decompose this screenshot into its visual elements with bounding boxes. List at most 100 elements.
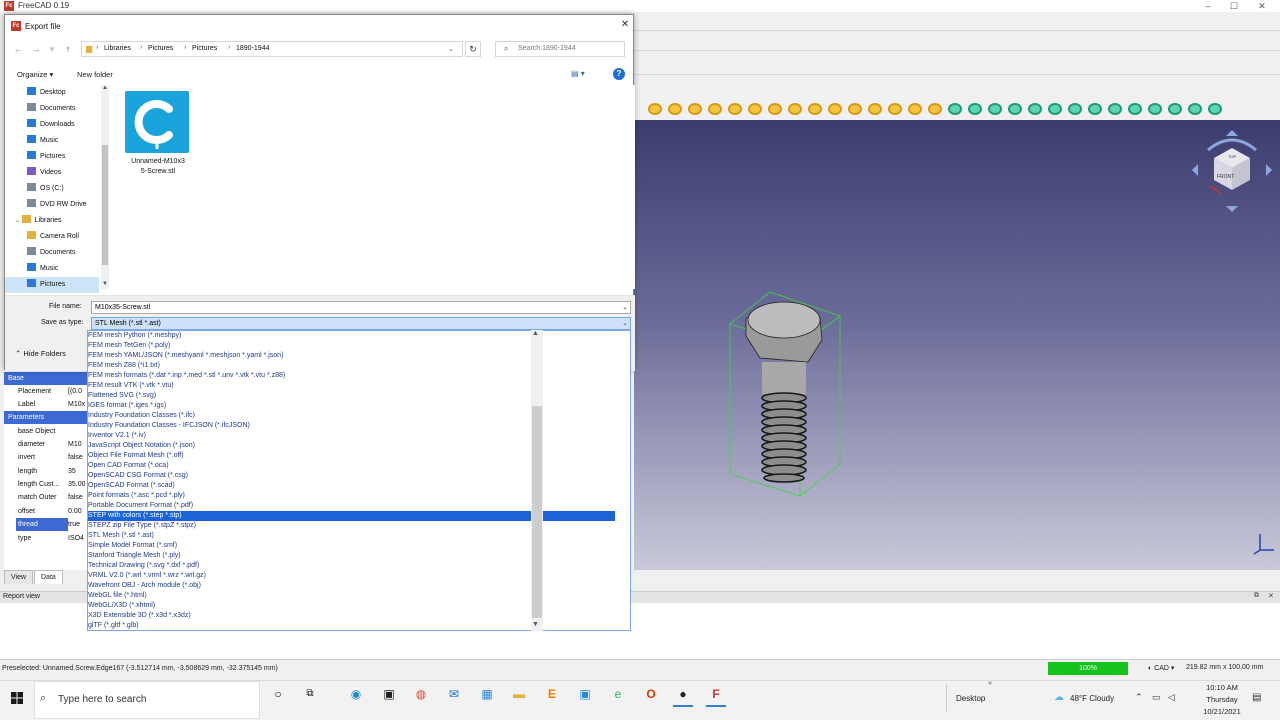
file-name-field[interactable]: M10x35-Screw.stl ⌄ — [91, 301, 631, 314]
save-type-select[interactable]: STL Mesh (*.stl *.ast) ⌄ — [91, 317, 631, 330]
screen-app-icon[interactable]: ▦ — [477, 684, 497, 704]
nut-tool-icon[interactable] — [668, 103, 682, 115]
office-icon[interactable]: O — [641, 684, 661, 704]
close-icon[interactable]: ✕ — [617, 18, 633, 32]
navigation-cube[interactable]: FRONT TOP — [1188, 128, 1276, 216]
tree-item-camera-roll[interactable]: Camera Roll — [27, 229, 79, 245]
tree-scrollbar-thumb[interactable] — [102, 145, 108, 265]
stl-file-icon[interactable] — [125, 91, 189, 153]
dropdown-scrollbar-thumb[interactable] — [532, 406, 542, 618]
property-key[interactable]: Placement — [18, 385, 70, 398]
cortana-icon[interactable]: ○ — [268, 684, 288, 704]
organize-button[interactable]: Organize ▾ — [17, 70, 53, 79]
task-view-icon[interactable]: ⧉ — [300, 684, 320, 704]
help-icon[interactable]: ? — [613, 68, 625, 80]
nut-tool-icon[interactable] — [648, 103, 662, 115]
screw-tool-icon[interactable] — [1148, 103, 1162, 115]
notifications-icon[interactable]: ▤ — [1252, 692, 1261, 703]
chevron-up-icon[interactable]: ⌃ — [1135, 692, 1143, 703]
volume-icon[interactable]: ◁ — [1168, 692, 1175, 703]
property-key[interactable]: type — [18, 532, 70, 545]
tree-item-music[interactable]: Music — [27, 261, 58, 277]
editor-app-icon[interactable]: E — [542, 684, 562, 704]
store-icon[interactable]: ▣ — [379, 684, 399, 704]
nut-tool-icon[interactable] — [908, 103, 922, 115]
screw-model[interactable] — [724, 288, 848, 504]
tree-item-dvd-drive[interactable]: DVD RW Drive — [27, 197, 87, 213]
screw-tool-icon[interactable] — [1088, 103, 1102, 115]
breadcrumb-pictures[interactable]: Pictures — [192, 45, 217, 52]
screw-tool-icon[interactable] — [1128, 103, 1142, 115]
address-bar[interactable]: ▆ › Libraries › Pictures › Pictures › 18… — [81, 41, 463, 57]
scroll-down-icon[interactable]: ▼ — [532, 621, 539, 628]
screw-tool-icon[interactable] — [1028, 103, 1042, 115]
property-key[interactable]: match Outer — [18, 491, 70, 504]
tree-item-music[interactable]: Music — [27, 133, 58, 149]
hide-folders-button[interactable]: ⌃ Hide Folders — [15, 349, 66, 358]
window-app-icon[interactable]: ▣ — [575, 684, 595, 704]
screw-tool-icon[interactable] — [1008, 103, 1022, 115]
tab-data[interactable]: Data — [34, 570, 63, 584]
windows-start-icon[interactable] — [11, 692, 23, 704]
up-icon[interactable]: ↑ — [61, 42, 75, 56]
weather-widget[interactable]: 48°F Cloudy — [1070, 694, 1114, 703]
tree-item-libraries[interactable]: ⌄ Libraries — [15, 213, 62, 229]
screw-tool-icon[interactable] — [1208, 103, 1222, 115]
forward-icon[interactable]: → — [29, 42, 43, 56]
property-key[interactable]: base Object — [18, 425, 70, 438]
property-key[interactable]: length — [18, 465, 70, 478]
nut-tool-icon[interactable] — [728, 103, 742, 115]
desktop-toolbar-label[interactable]: Desktop — [956, 694, 985, 703]
property-key[interactable]: length Cust... — [18, 478, 70, 491]
chevron-down-icon[interactable]: ⌄ — [448, 45, 454, 53]
nut-tool-icon[interactable] — [708, 103, 722, 115]
file-name-label[interactable]: Unnamed-M10x3 5-Screw.stl — [117, 157, 199, 177]
search-input[interactable]: ⌕ Search 1890-1944 — [495, 41, 625, 57]
scroll-up-icon[interactable]: ▲ — [102, 85, 108, 91]
float-icon[interactable]: ⧉ — [1254, 592, 1259, 600]
nut-tool-icon[interactable] — [888, 103, 902, 115]
screw-tool-icon[interactable] — [1108, 103, 1122, 115]
nut-tool-icon[interactable] — [768, 103, 782, 115]
tree-item-documents[interactable]: Documents — [27, 101, 75, 117]
breadcrumb-libraries[interactable]: Libraries — [104, 45, 131, 52]
property-key[interactable]: diameter — [18, 438, 70, 451]
chevron-down-icon[interactable]: ⌄ — [622, 318, 628, 329]
screw-tool-icon[interactable] — [1168, 103, 1182, 115]
clock[interactable]: 10:10 AM Thursday 10/21/2021 — [1196, 682, 1248, 718]
screw-tool-icon[interactable] — [988, 103, 1002, 115]
network-icon[interactable]: ▭ — [1152, 692, 1161, 703]
edge-icon[interactable]: ◉ — [346, 684, 366, 704]
nut-tool-icon[interactable] — [808, 103, 822, 115]
tab-view[interactable]: View — [4, 570, 34, 584]
view-options-icon[interactable]: ▤ ▾ — [571, 69, 585, 78]
breadcrumb-current[interactable]: 1890-1944 — [236, 45, 269, 52]
property-key-selected[interactable]: thread — [16, 518, 68, 531]
recent-locations-icon[interactable]: ▾ — [45, 42, 59, 56]
property-key[interactable]: offset — [18, 505, 70, 518]
screw-tool-icon[interactable] — [948, 103, 962, 115]
screw-tool-icon[interactable] — [1048, 103, 1062, 115]
nut-tool-icon[interactable] — [848, 103, 862, 115]
minimize-icon[interactable]: – — [1196, 0, 1220, 12]
close-panel-icon[interactable]: ✕ — [1268, 592, 1274, 600]
back-icon[interactable]: ← — [11, 42, 25, 56]
nut-tool-icon[interactable] — [748, 103, 762, 115]
screw-tool-icon[interactable] — [1188, 103, 1202, 115]
nut-tool-icon[interactable] — [688, 103, 702, 115]
file-explorer-icon[interactable]: ▬ — [509, 684, 529, 704]
chevron-right-icon[interactable]: » — [988, 680, 992, 687]
chrome-icon[interactable]: ◍ — [411, 684, 431, 704]
close-icon[interactable]: ✕ — [1250, 0, 1274, 12]
nut-tool-icon[interactable] — [868, 103, 882, 115]
property-key[interactable]: Label — [18, 398, 70, 411]
ie-icon[interactable]: e — [608, 684, 628, 704]
navigation-style[interactable]: ◐ CAD ▾ — [1148, 664, 1174, 672]
tree-item-pictures-selected[interactable]: Pictures — [5, 277, 99, 293]
breadcrumb-pictures[interactable]: Pictures — [148, 45, 173, 52]
scroll-up-icon[interactable]: ▲ — [532, 330, 539, 337]
file-list[interactable] — [111, 85, 635, 289]
nut-tool-icon[interactable] — [828, 103, 842, 115]
tree-item-os-drive[interactable]: OS (C:) — [27, 181, 64, 197]
tree-item-pictures[interactable]: Pictures — [27, 149, 65, 165]
